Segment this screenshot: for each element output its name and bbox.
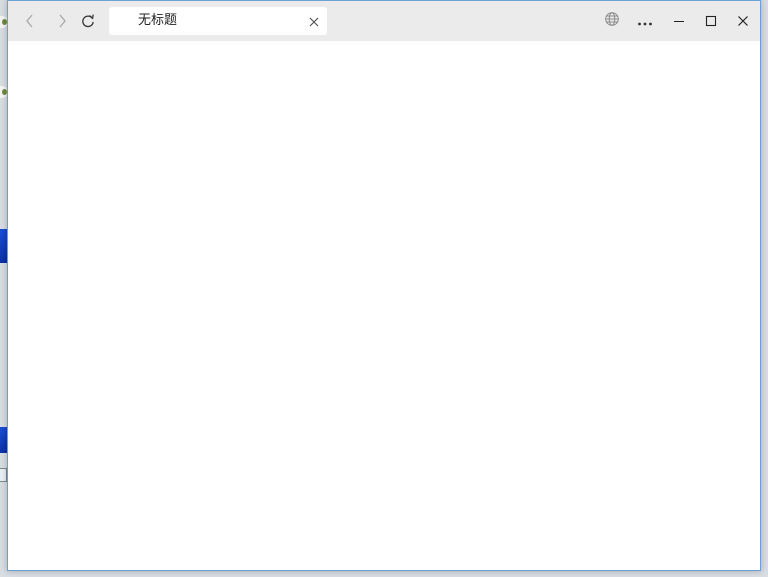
title-bar[interactable]: 无标题: [8, 1, 760, 41]
minimize-button[interactable]: [664, 7, 694, 35]
maximize-icon: [705, 12, 717, 31]
more-horizontal-icon: [637, 12, 653, 31]
desktop-icon-fragment: [0, 468, 7, 482]
language-button[interactable]: [597, 7, 627, 35]
app-window: 无标题: [7, 0, 761, 571]
tab-untitled[interactable]: 无标题: [109, 7, 327, 35]
maximize-button[interactable]: [696, 7, 726, 35]
chevron-left-icon: [24, 13, 36, 29]
minimize-icon: [673, 12, 685, 31]
refresh-icon: [80, 13, 96, 29]
close-icon: [737, 12, 749, 31]
forward-button[interactable]: [48, 7, 76, 35]
chevron-right-icon: [56, 13, 68, 29]
globe-icon: [604, 11, 620, 31]
more-options-button[interactable]: [630, 7, 660, 35]
tab-title: 无标题: [138, 13, 178, 28]
page-content[interactable]: [8, 41, 760, 570]
back-button[interactable]: [16, 7, 44, 35]
close-window-button[interactable]: [728, 7, 758, 35]
refresh-button[interactable]: [74, 7, 102, 35]
close-icon[interactable]: [307, 14, 321, 28]
